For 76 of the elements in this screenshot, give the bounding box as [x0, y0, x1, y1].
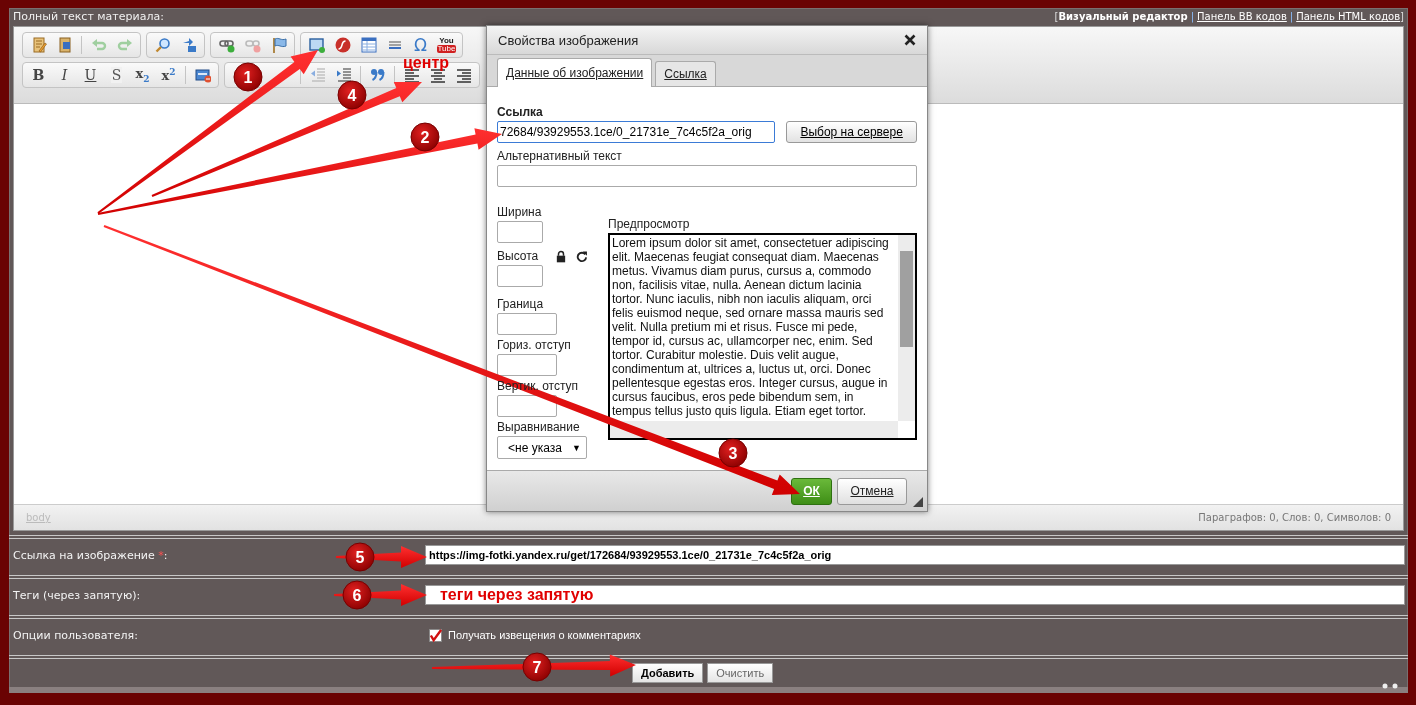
- step-badge: 4: [337, 80, 367, 110]
- browse-server-button[interactable]: Выбор на сервере: [786, 121, 917, 143]
- editor-mode-link[interactable]: Визуальный редактор: [1058, 11, 1188, 23]
- field-label: Ссылка: [497, 105, 544, 119]
- step-badge: 6: [342, 580, 372, 610]
- dialog-title: Свойства изображения: [498, 32, 639, 48]
- dialog-tab[interactable]: Ссылка: [655, 61, 716, 86]
- field-label: Выравнивание: [497, 420, 581, 434]
- document-pencil-icon: [30, 36, 47, 53]
- step-badge: 2: [410, 122, 440, 152]
- outdent-icon: [309, 66, 326, 83]
- step-badge: 5: [345, 542, 375, 572]
- word-count: Параграфов: 0, Слов: 0, Символов: 0: [1198, 512, 1391, 524]
- field-label: Ссылка на изображение *:: [12, 548, 168, 562]
- submit-button[interactable]: Добавить: [632, 663, 704, 684]
- toolbar-button[interactable]: I: [52, 63, 77, 86]
- scrollbar[interactable]: [898, 235, 915, 421]
- dots-icon: [1382, 683, 1400, 689]
- annotation-note: центр: [403, 54, 449, 71]
- input-field[interactable]: [497, 265, 543, 287]
- cancel-button[interactable]: Отмена: [837, 477, 907, 505]
- field-label: Ширина: [497, 205, 543, 219]
- separator: |: [1289, 11, 1294, 23]
- toolbar-button[interactable]: B: [26, 63, 51, 86]
- toolbar-button[interactable]: x$^{2}$: [156, 63, 181, 86]
- field-label: Теги (через запятую):: [12, 588, 141, 602]
- undo-icon: [90, 36, 107, 53]
- field-label: Опции пользователя:: [12, 628, 138, 642]
- redo-icon: [116, 36, 133, 53]
- input-field[interactable]: [497, 221, 543, 243]
- editor-mode-link[interactable]: Панель BB кодов: [1197, 11, 1287, 23]
- resize-grip-icon[interactable]: [913, 497, 923, 507]
- input-field[interactable]: [497, 395, 557, 417]
- close-icon[interactable]: [904, 34, 916, 46]
- document-icon: [56, 36, 73, 53]
- checkbox[interactable]: [429, 628, 442, 642]
- field-label: Высота: [497, 249, 539, 263]
- lock-icon[interactable]: [556, 249, 567, 263]
- quote-icon: [369, 66, 386, 83]
- checkbox-label: Получать извещения о комментариях: [448, 629, 641, 642]
- flag-icon: [270, 36, 287, 53]
- step-badge: 3: [718, 438, 748, 468]
- input-field[interactable]: теги через запятую: [425, 585, 1405, 606]
- bracket: ]: [1400, 11, 1404, 23]
- section-label: Полный текст материала:: [13, 10, 164, 24]
- align-right-icon: [455, 66, 472, 83]
- toolbar-button[interactable]: x$_{2}$: [130, 63, 155, 86]
- table-icon: [360, 36, 377, 53]
- dialog-tab[interactable]: Данные об изображении: [497, 58, 653, 87]
- input-field[interactable]: [497, 313, 557, 335]
- toolbar-button[interactable]: S: [104, 63, 129, 86]
- input-field[interactable]: https://img-fotki.yandex.ru/get/172684/93929553.1ce/0_21731e_7c4c5f2a_orig: [425, 545, 1405, 566]
- preview-text: Lorem ipsum dolor sit amet, consectetuer adipiscing elit. Maecenas feugiat consequat diam. Maecenas metus. Vivamus diam purus, cursus a, commodo non, facilisis vitae, nulla. Aenean dictum lacinia tortor. Nunc iaculis, nibh non iaculis aliquam, orci felis euismod neque, sed ornare massa mauris sed velit. Nulla pretium mi et risus. Fusce mi pede, tempor id, cursus ac, ullamcorper nec, enim. Sed tortor. Curabitur molestie. Duis velit augue, condimentum at, ultrices a, luctus ut, orci. Donec pellentesque egestas eros. Integer cursus, augue in cursus faucibus, eros pede bibendum sem, in tempus tellus justo quis ligula. Etiam eget tortor.: [611, 235, 890, 419]
- refresh-icon[interactable]: [576, 249, 588, 263]
- toolbar-button[interactable]: You Tube: [434, 33, 459, 56]
- search-icon: [154, 36, 171, 53]
- html-block-icon: [194, 66, 211, 83]
- toolbar-button[interactable]: Ω: [408, 33, 433, 56]
- image-icon: [308, 36, 325, 53]
- align-dropdown[interactable]: <не указа ▼: [497, 436, 587, 459]
- scrollbar[interactable]: [610, 421, 898, 438]
- field-label: Граница: [497, 297, 545, 311]
- field-label: Предпросмотр: [608, 217, 691, 231]
- field-label: Альтернативный текст: [497, 149, 623, 163]
- toolbar-button[interactable]: U: [78, 63, 103, 86]
- input-field[interactable]: [497, 354, 557, 376]
- separator: |: [1190, 11, 1194, 23]
- input-field[interactable]: [497, 165, 917, 187]
- reset-button[interactable]: Очистить: [707, 663, 774, 684]
- flash-icon: [334, 36, 351, 53]
- indent-icon: [335, 66, 352, 83]
- step-badge: 7: [522, 652, 552, 682]
- field-label: Гориз. отступ: [497, 338, 572, 352]
- url-field[interactable]: 72684/93929553.1ce/0_21731e_7c4c5f2a_orig: [497, 121, 776, 143]
- bracket: [: [1054, 11, 1059, 23]
- step-badge: 1: [233, 62, 263, 92]
